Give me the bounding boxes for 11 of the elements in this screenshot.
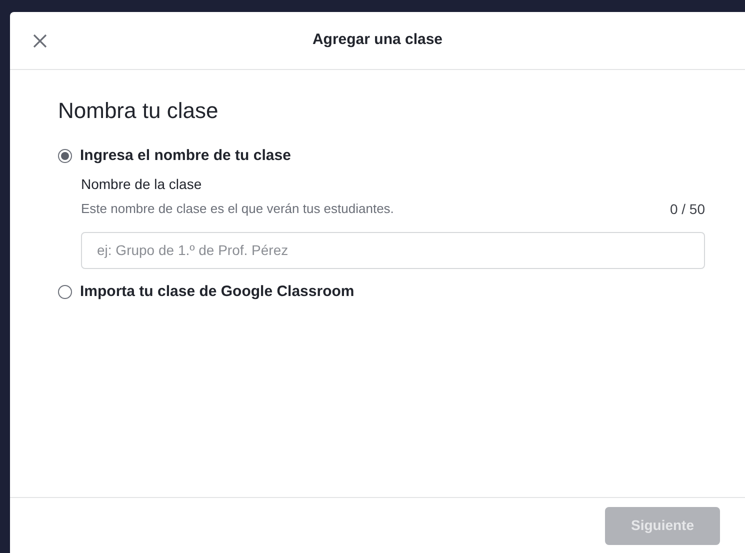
field-description: Este nombre de clase es el que verán tus estudiantes. (81, 200, 394, 218)
dialog-heading: Nombra tu clase (58, 97, 220, 125)
radio-button[interactable] (58, 149, 72, 164)
field-label: Nombre de la clase (81, 174, 202, 194)
character-counter: 0 / 50 (670, 200, 705, 218)
radio-label[interactable]: Importa tu clase de Google Classroom (80, 280, 354, 303)
class-name-field[interactable]: ej: Grupo de 1.º de Prof. Pérez (81, 232, 705, 268)
radio-label[interactable]: Ingresa el nombre de tu clase (80, 145, 291, 168)
dialog-title: Agregar una clase (312, 30, 443, 50)
radio-button[interactable] (58, 284, 72, 299)
close-icon[interactable] (32, 33, 48, 49)
